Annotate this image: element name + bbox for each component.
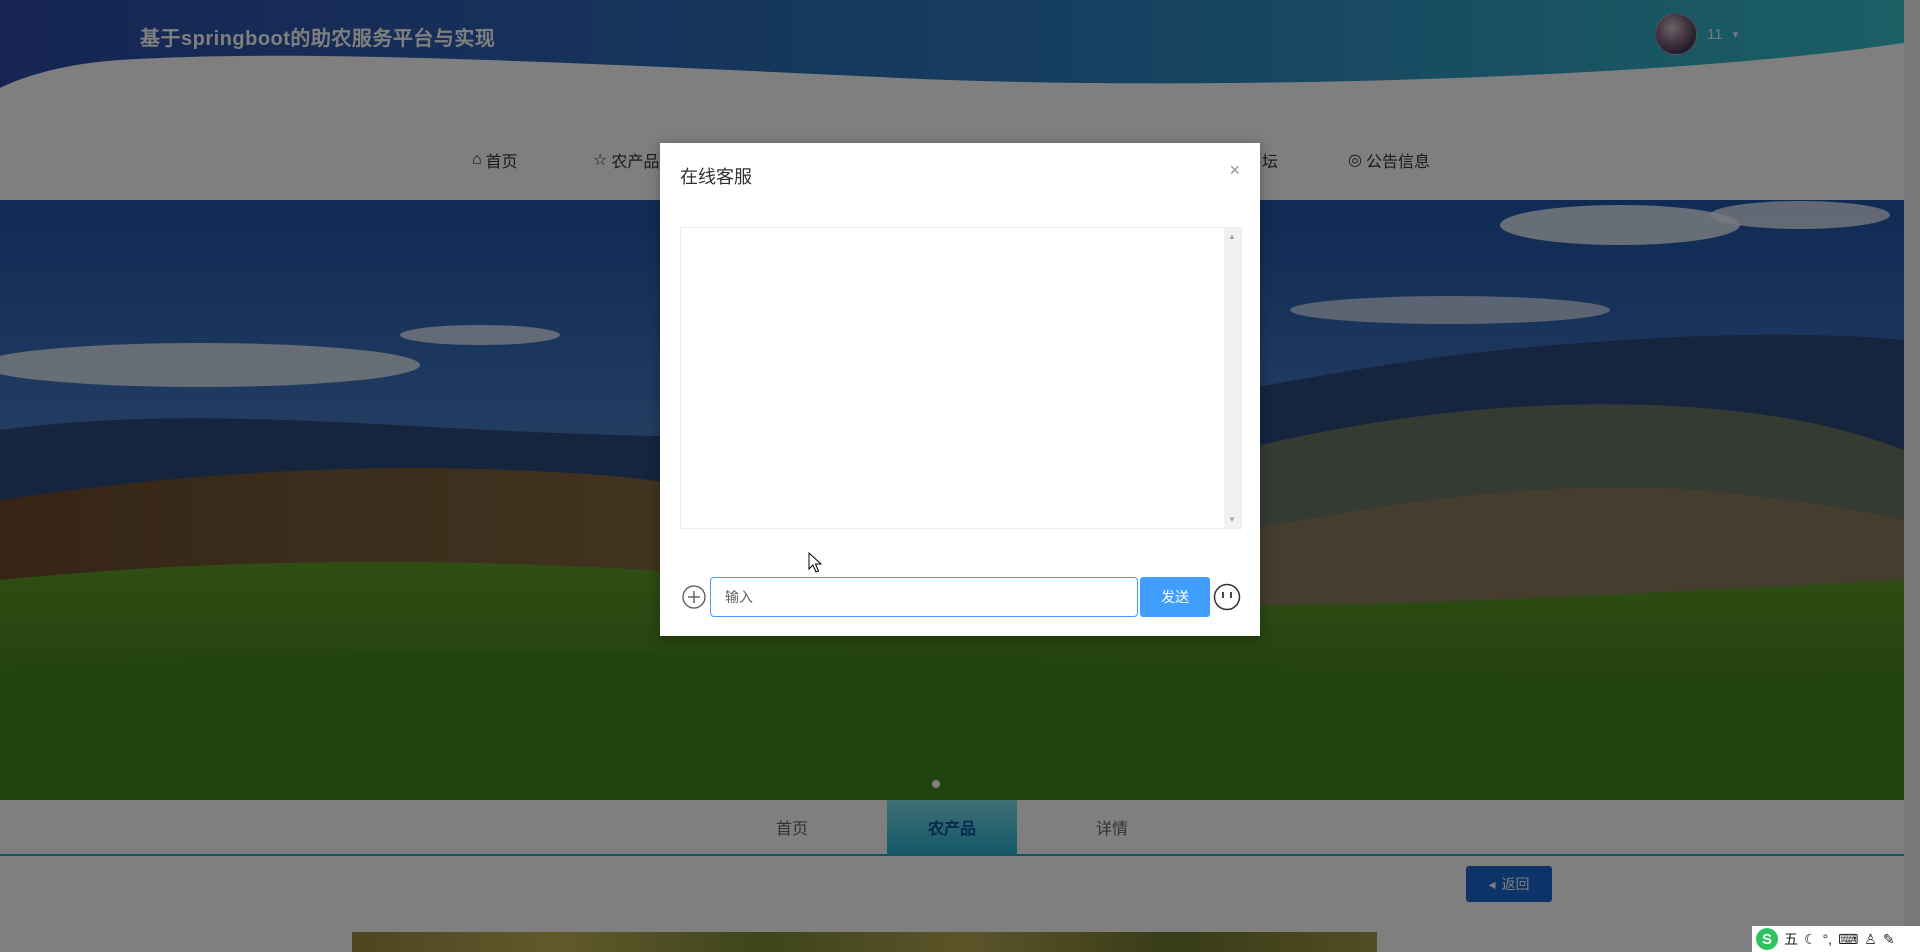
dialog-title: 在线客服 (680, 167, 752, 187)
close-icon[interactable]: × (1229, 161, 1240, 179)
chat-message-area[interactable]: ▲ ▼ (680, 227, 1242, 529)
send-button[interactable]: 发送 (1140, 577, 1210, 617)
keyboard-icon[interactable]: ⌨ (1838, 931, 1858, 948)
page: 基于springboot的助农服务平台与实现 11 ▾ ⌂ 首页 ☆ 农产品 坛… (0, 0, 1920, 952)
add-attachment-icon[interactable] (682, 585, 706, 609)
moon-icon[interactable]: ☾ (1804, 931, 1817, 948)
scroll-down-arrow-icon[interactable]: ▼ (1228, 515, 1236, 524)
punctuation-icon[interactable]: °, (1823, 931, 1833, 947)
emoji-icon[interactable] (1213, 583, 1241, 611)
mouse-cursor-icon (808, 552, 823, 573)
chat-input-row: 发送 (680, 577, 1241, 617)
scroll-up-arrow-icon[interactable]: ▲ (1228, 232, 1236, 241)
chat-scrollbar[interactable]: ▲ ▼ (1224, 228, 1241, 528)
customer-service-dialog: 在线客服 × ▲ ▼ 发送 (660, 143, 1260, 636)
user-icon[interactable]: ♙ (1864, 931, 1877, 948)
wrench-icon[interactable]: ✎ (1883, 931, 1895, 948)
ime-mode[interactable]: 五 (1784, 929, 1798, 949)
ime-logo-icon[interactable]: S (1756, 928, 1778, 950)
message-input[interactable] (710, 577, 1138, 617)
ime-toolbar[interactable]: S 五 ☾ °, ⌨ ♙ ✎ (1752, 926, 1920, 952)
